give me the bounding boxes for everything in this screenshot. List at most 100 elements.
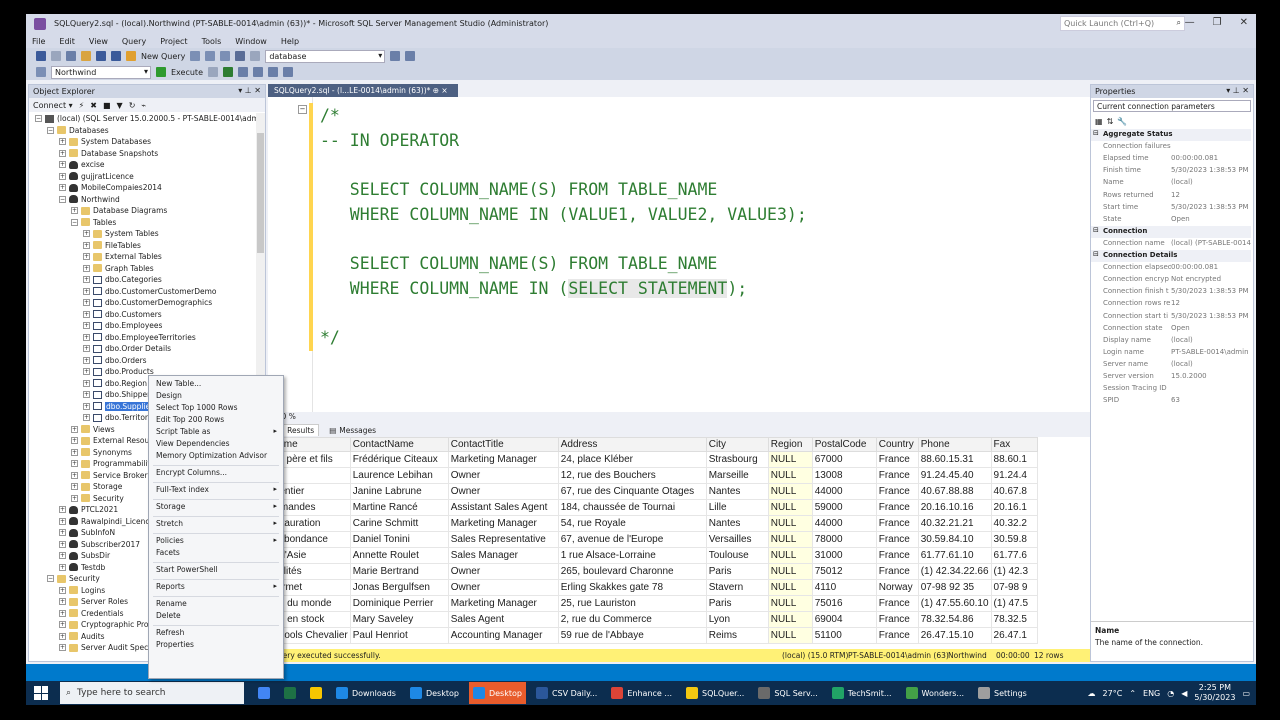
table-cell[interactable]: 40.32.2 (990, 515, 1038, 532)
table-cell[interactable]: 12, rue des Bouchers (557, 467, 707, 484)
expand-icon[interactable]: + (83, 230, 90, 237)
table-cell[interactable]: Carine Schmitt (349, 515, 449, 532)
tree-node[interactable]: − Databases (47, 125, 109, 136)
table-row[interactable]: Laurence Lebihan Owner 12, rue des Boucher… (268, 467, 1038, 484)
table-cell[interactable]: Mary Saveley (349, 611, 449, 628)
taskbar-app[interactable]: Desktop (406, 682, 463, 704)
code-line[interactable]: /* (320, 105, 340, 127)
tray-overflow-icon[interactable]: ⌃ (1129, 689, 1136, 698)
forward-icon[interactable] (51, 51, 61, 61)
table-cell[interactable]: 61.77.61.10 (917, 547, 992, 564)
tree-node[interactable]: + dbo.Employees (83, 320, 162, 331)
tree-node[interactable]: + Graph Tables (83, 263, 154, 274)
tree-node[interactable]: + dbo.Order Details (83, 343, 171, 354)
collapse-icon[interactable]: − (47, 126, 54, 134)
tree-node[interactable]: + External Tables (83, 251, 162, 262)
column-header[interactable]: ContactName (349, 437, 449, 452)
weather-temp[interactable]: 27°C (1103, 689, 1123, 698)
code-line[interactable]: -- IN OPERATOR (320, 130, 459, 152)
table-cell[interactable]: Sales Agent (447, 611, 559, 628)
table-cell[interactable]: Marketing Manager (447, 451, 559, 468)
expand-icon[interactable]: + (83, 356, 90, 364)
table-cell[interactable]: Toulouse (705, 547, 769, 564)
code-line[interactable]: SELECT COLUMN_NAME(S) FROM TABLE_NAME (320, 179, 718, 201)
column-header[interactable]: Address (557, 437, 707, 452)
menu-query[interactable]: Query (122, 37, 146, 46)
property-row[interactable]: Display name (local) (1091, 335, 1251, 347)
expand-icon[interactable]: + (83, 379, 90, 387)
tree-node[interactable]: + Views (71, 424, 115, 435)
parse-icon[interactable] (223, 67, 233, 77)
table-cell[interactable]: 67, rue des Cinquante Otages (557, 483, 707, 500)
table-cell[interactable]: NULL (767, 451, 813, 468)
weather-icon[interactable]: ☁ (1088, 689, 1096, 698)
table-row[interactable]: 0 s du monde Dominique Perrier Marketing M… (268, 595, 1038, 612)
comment-icon[interactable] (268, 67, 278, 77)
table-cell[interactable]: 30.59.84.10 (917, 531, 992, 548)
taskbar-search[interactable]: ⌕ Type here to search (60, 682, 244, 704)
table-cell[interactable]: Lille (705, 499, 769, 516)
table-cell[interactable]: Marie Bertrand (349, 563, 449, 580)
property-row[interactable]: Connection elapsed 00:00:00.081 (1091, 262, 1251, 274)
tree-node[interactable]: + gujjratLicence (59, 171, 134, 182)
close-icon[interactable]: ✕ (1240, 17, 1248, 28)
table-cell[interactable]: NULL (767, 515, 813, 532)
tree-node[interactable]: + Server Roles (59, 596, 128, 607)
column-header[interactable]: Country (875, 437, 919, 452)
table-cell[interactable]: 26.47.15.10 (917, 627, 992, 644)
new-query-button[interactable]: New Query (141, 52, 185, 61)
new-project-icon[interactable] (66, 51, 76, 61)
column-header[interactable]: Phone (917, 437, 992, 452)
table-row[interactable]: e entier Janine Labrune Owner 67, rue des C… (268, 483, 1038, 500)
expand-icon[interactable]: + (83, 368, 90, 375)
property-category[interactable]: Aggregate Status (1091, 129, 1251, 141)
table-cell[interactable]: 44000 (811, 515, 877, 532)
code-line[interactable]: */ (320, 327, 340, 349)
taskbar-app[interactable]: Enhance ... (607, 682, 676, 704)
expand-icon[interactable]: + (71, 437, 78, 444)
expand-icon[interactable]: + (59, 598, 66, 605)
table-row[interactable]: urmandes Martine Rancé Assistant Sales Age… (268, 499, 1038, 516)
table-cell[interactable]: NULL (767, 563, 813, 580)
column-header[interactable]: Fax (990, 437, 1038, 452)
menu-file[interactable]: File (32, 37, 45, 46)
expand-icon[interactable]: + (59, 506, 66, 513)
filter-icon[interactable]: ▼ (117, 101, 123, 110)
column-header[interactable]: PostalCode (811, 437, 877, 452)
table-cell[interactable]: Marketing Manager (447, 595, 559, 612)
expand-icon[interactable]: + (71, 483, 78, 490)
pin-icon[interactable]: ▾ ⊥ ✕ (238, 86, 261, 95)
property-row[interactable]: SPID 63 (1091, 395, 1251, 407)
table-cell[interactable]: 67, avenue de l'Europe (557, 531, 707, 548)
column-header[interactable]: Region (767, 437, 813, 452)
table-cell[interactable]: Jonas Bergulfsen (349, 579, 449, 596)
tab-sqlquery2[interactable]: SQLQuery2.sql - (l...LE-0014\admin (63))… (268, 84, 458, 97)
tree-node[interactable]: + Programmability (71, 458, 155, 469)
code-line[interactable]: SELECT COLUMN_NAME(S) FROM TABLE_NAME (320, 253, 718, 275)
collapse-icon[interactable]: − (71, 218, 78, 226)
database-combo[interactable]: database (265, 49, 386, 63)
property-row[interactable]: Connection name (local) (PT-SABLE-0014\ (1091, 238, 1251, 250)
property-row[interactable]: State Open (1091, 214, 1251, 226)
table-cell[interactable]: Marketing Manager (447, 515, 559, 532)
table-cell[interactable]: 265, boulevard Charonne (557, 563, 707, 580)
tree-node[interactable]: + dbo.Orders (83, 355, 147, 366)
wifi-icon[interactable]: ◔ (1167, 689, 1174, 698)
refresh-icon[interactable]: ↻ (129, 101, 136, 110)
tree-node[interactable]: + PTCL2021 (59, 504, 118, 515)
table-cell[interactable]: 67000 (811, 451, 877, 468)
language-indicator[interactable]: ENG (1143, 689, 1160, 698)
taskbar-app[interactable] (280, 682, 300, 704)
collapse-icon[interactable]: − (47, 575, 54, 582)
table-cell[interactable]: Marseille (705, 467, 769, 484)
table-cell[interactable]: Norway (875, 579, 919, 596)
context-menu-item[interactable]: View Dependencies (149, 439, 283, 451)
code-line[interactable]: WHERE COLUMN_NAME IN (SELECT STATEMENT); (320, 278, 747, 300)
property-row[interactable]: Login name PT-SABLE-0014\admin (1091, 347, 1251, 359)
tree-node[interactable]: + MobileCompaies2014 (59, 182, 162, 193)
table-cell[interactable]: NULL (767, 483, 813, 500)
tree-node[interactable]: + Database Snapshots (59, 148, 158, 159)
pin-icon[interactable]: ▾ ⊥ ✕ (1226, 86, 1249, 95)
table-cell[interactable]: 40.32.21.21 (917, 515, 992, 532)
table-cell[interactable]: Paul Henriot (349, 627, 449, 644)
